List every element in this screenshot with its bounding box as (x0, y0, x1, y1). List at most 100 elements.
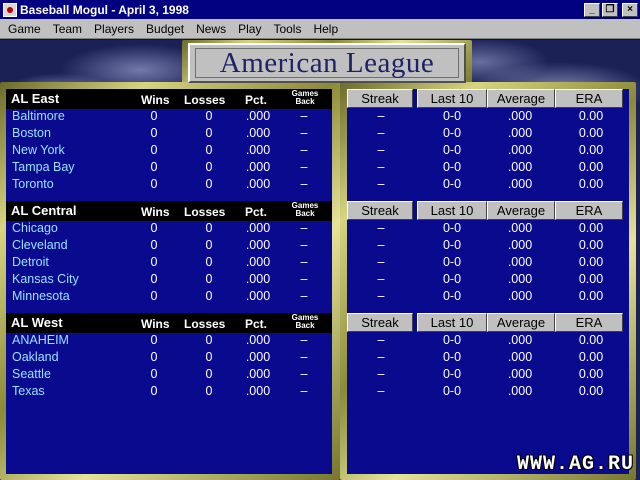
pct-value: .000 (245, 333, 271, 347)
streak-value: – (377, 333, 385, 347)
streak-value: – (377, 289, 385, 303)
era-value: 0.00 (578, 384, 604, 398)
team-row[interactable]: ANAHEIM 0 0 .000 – (6, 332, 332, 349)
streak-value: – (377, 143, 385, 157)
wins-header[interactable]: Wins (141, 317, 170, 331)
restore-button[interactable]: ❐ (602, 2, 618, 17)
team-row[interactable]: Oakland 0 0 .000 – (6, 349, 332, 366)
games-back-header[interactable]: Games Back (290, 202, 320, 218)
team-name[interactable]: Toronto (12, 177, 54, 191)
team-name[interactable]: Cleveland (12, 238, 68, 252)
menu-players[interactable]: Players (88, 22, 140, 36)
losses-header[interactable]: Losses (184, 93, 225, 107)
division-header: AL Central Wins Losses Pct. Games Back (6, 201, 332, 221)
team-name[interactable]: Boston (12, 126, 51, 140)
team-name[interactable]: Detroit (12, 255, 49, 269)
streak-value: – (377, 350, 385, 364)
wins-header[interactable]: Wins (141, 205, 170, 219)
games-back-value: – (300, 160, 308, 174)
streak-column-button[interactable]: Streak (347, 201, 413, 220)
team-name[interactable]: New York (12, 143, 65, 157)
average-value: .000 (507, 238, 533, 252)
last10-value: 0-0 (442, 272, 462, 286)
games-back-value: – (300, 272, 308, 286)
team-row[interactable]: Tampa Bay 0 0 .000 – (6, 159, 332, 176)
baseball-app-icon[interactable] (3, 2, 17, 17)
average-column-button[interactable]: Average (487, 313, 555, 332)
wins-value: 0 (150, 109, 158, 123)
last10-column-button[interactable]: Last 10 (417, 313, 487, 332)
last10-column-button[interactable]: Last 10 (417, 89, 487, 108)
team-row[interactable]: Minnesota 0 0 .000 – (6, 288, 332, 305)
team-row[interactable]: Seattle 0 0 .000 – (6, 366, 332, 383)
close-button[interactable]: × (622, 2, 638, 17)
menu-play[interactable]: Play (232, 22, 267, 36)
division-name: AL West (11, 315, 63, 330)
average-column-button[interactable]: Average (487, 201, 555, 220)
team-name[interactable]: Texas (12, 384, 45, 398)
era-column-button[interactable]: ERA (555, 89, 623, 108)
minimize-button[interactable]: _ (584, 2, 600, 17)
pct-value: .000 (245, 109, 271, 123)
pct-header[interactable]: Pct. (245, 205, 267, 219)
menu-help[interactable]: Help (307, 22, 344, 36)
menu-game[interactable]: Game (2, 22, 47, 36)
games-back-header[interactable]: Games Back (290, 90, 320, 106)
pct-header[interactable]: Pct. (245, 93, 267, 107)
losses-value: 0 (205, 255, 213, 269)
team-row[interactable]: Detroit 0 0 .000 – (6, 254, 332, 271)
team-name[interactable]: Oakland (12, 350, 59, 364)
team-row[interactable]: New York 0 0 .000 – (6, 142, 332, 159)
stats-row: – 0-0 .000 0.00 (347, 383, 629, 400)
team-row[interactable]: Cleveland 0 0 .000 – (6, 237, 332, 254)
menu-budget[interactable]: Budget (140, 22, 190, 36)
streak-value: – (377, 221, 385, 235)
team-name[interactable]: Minnesota (12, 289, 70, 303)
losses-value: 0 (205, 289, 213, 303)
window-title: Baseball Mogul - April 3, 1998 (20, 2, 189, 17)
average-value: .000 (507, 333, 533, 347)
streak-column-button[interactable]: Streak (347, 313, 413, 332)
team-row[interactable]: Boston 0 0 .000 – (6, 125, 332, 142)
losses-value: 0 (205, 126, 213, 140)
games-back-value: – (300, 126, 308, 140)
games-back-header[interactable]: Games Back (290, 314, 320, 330)
team-name[interactable]: Baltimore (12, 109, 65, 123)
team-row[interactable]: Chicago 0 0 .000 – (6, 220, 332, 237)
team-name[interactable]: Tampa Bay (12, 160, 75, 174)
average-column-button[interactable]: Average (487, 89, 555, 108)
team-row[interactable]: Kansas City 0 0 .000 – (6, 271, 332, 288)
menu-tools[interactable]: Tools (267, 22, 307, 36)
stats-row: – 0-0 .000 0.00 (347, 108, 629, 125)
streak-column-button[interactable]: Streak (347, 89, 413, 108)
team-name[interactable]: ANAHEIM (12, 333, 69, 347)
stats-row: – 0-0 .000 0.00 (347, 271, 629, 288)
stats-row: – 0-0 .000 0.00 (347, 159, 629, 176)
losses-header[interactable]: Losses (184, 317, 225, 331)
menu-news[interactable]: News (190, 22, 232, 36)
era-value: 0.00 (578, 272, 604, 286)
team-name[interactable]: Kansas City (12, 272, 79, 286)
league-title: American League (219, 46, 435, 79)
streak-value: – (377, 367, 385, 381)
team-row[interactable]: Texas 0 0 .000 – (6, 383, 332, 400)
division-name: AL East (11, 91, 60, 106)
team-row[interactable]: Toronto 0 0 .000 – (6, 176, 332, 193)
wins-value: 0 (150, 221, 158, 235)
era-value: 0.00 (578, 255, 604, 269)
streak-value: – (377, 255, 385, 269)
losses-header[interactable]: Losses (184, 205, 225, 219)
stats-row: – 0-0 .000 0.00 (347, 176, 629, 193)
pct-header[interactable]: Pct. (245, 317, 267, 331)
pct-value: .000 (245, 238, 271, 252)
team-row[interactable]: Baltimore 0 0 .000 – (6, 108, 332, 125)
last10-value: 0-0 (442, 384, 462, 398)
era-column-button[interactable]: ERA (555, 313, 623, 332)
losses-value: 0 (205, 177, 213, 191)
last10-column-button[interactable]: Last 10 (417, 201, 487, 220)
wins-header[interactable]: Wins (141, 93, 170, 107)
team-name[interactable]: Chicago (12, 221, 58, 235)
menu-team[interactable]: Team (47, 22, 88, 36)
era-column-button[interactable]: ERA (555, 201, 623, 220)
team-name[interactable]: Seattle (12, 367, 51, 381)
